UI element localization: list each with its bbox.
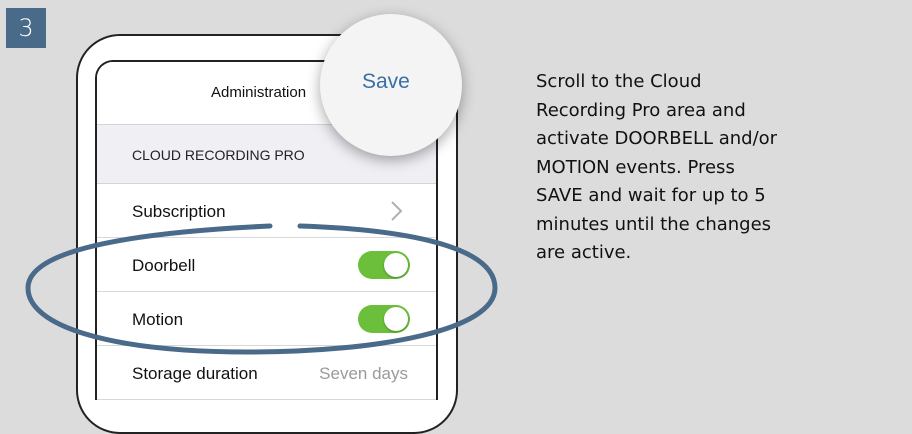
- instruction-line: Scroll to the Cloud: [536, 71, 702, 92]
- doorbell-label: Doorbell: [132, 256, 196, 275]
- step-number-badge: 3: [6, 8, 46, 48]
- instruction-line: are active.: [536, 242, 632, 263]
- subscription-row[interactable]: Subscription: [97, 184, 436, 238]
- instruction-line: activate DOORBELL and/or: [536, 128, 778, 149]
- motion-label: Motion: [132, 310, 184, 329]
- doorbell-toggle[interactable]: [358, 251, 410, 279]
- instruction-line: MOTION events. Press: [536, 156, 735, 178]
- instruction-line: Recording Pro area and: [536, 99, 746, 121]
- storage-duration-value: Seven days: [319, 364, 408, 383]
- toggle-knob: [384, 253, 408, 277]
- motion-toggle[interactable]: [358, 305, 410, 333]
- instruction-line: SAVE and wait for up to 5: [536, 185, 766, 206]
- toggle-knob: [384, 307, 408, 331]
- instruction-text: Scroll to the Cloud Recording Pro area a…: [536, 68, 866, 268]
- storage-duration-row[interactable]: Storage duration Seven days: [97, 346, 436, 400]
- nav-title: Administration: [211, 84, 307, 101]
- storage-duration-label: Storage duration: [132, 364, 258, 383]
- doorbell-row: Doorbell: [97, 238, 436, 292]
- save-button[interactable]: Save: [362, 70, 410, 94]
- motion-row: Motion: [97, 292, 436, 346]
- subscription-label: Subscription: [132, 202, 226, 221]
- chevron-right-icon: [391, 201, 403, 221]
- section-header-label: CLOUD RECORDING PRO: [132, 147, 305, 163]
- instruction-line: minutes until the changes: [536, 213, 772, 235]
